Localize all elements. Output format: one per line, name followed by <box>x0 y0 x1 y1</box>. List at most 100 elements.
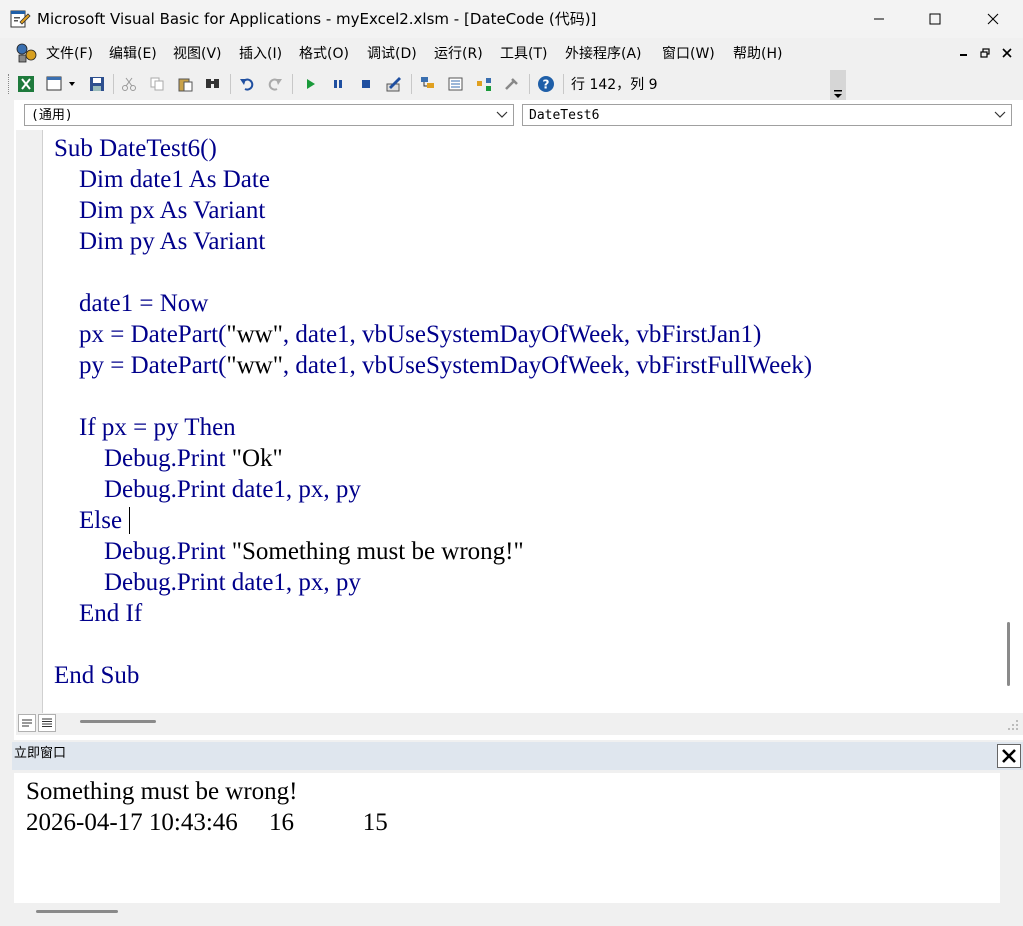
code-vertical-scrollbar[interactable] <box>998 130 1023 713</box>
code-line: If px = py Then <box>54 414 236 441</box>
paste-button[interactable] <box>174 73 196 95</box>
properties-icon <box>448 77 463 91</box>
find-button[interactable] <box>202 73 224 95</box>
object-combo[interactable]: (通用) <box>24 104 514 126</box>
toolbar-separator <box>411 74 412 94</box>
size-grip-icon[interactable] <box>1006 718 1020 732</box>
mdi-close-button[interactable] <box>998 44 1016 62</box>
chevron-down-icon <box>993 105 1007 125</box>
menu-file[interactable]: 文件(F) <box>44 38 95 70</box>
reset-button[interactable] <box>355 73 377 95</box>
toolbar-grip[interactable] <box>8 74 12 94</box>
object-browser-icon <box>477 78 491 91</box>
menu-run[interactable]: 运行(R) <box>432 38 485 70</box>
properties-window-button[interactable] <box>445 73 467 95</box>
project-explorer-button[interactable] <box>417 73 439 95</box>
margin-indicator-bar[interactable] <box>16 130 43 713</box>
left-dock-strip <box>0 742 12 926</box>
window-title: Microsoft Visual Basic for Applications … <box>37 10 597 28</box>
immediate-window-close-button[interactable] <box>997 744 1021 768</box>
mdi-minimize-button[interactable] <box>955 44 973 62</box>
code-line: Debug.Print date1, px, py <box>54 569 361 596</box>
paste-icon <box>178 78 193 92</box>
object-browser-button[interactable] <box>473 73 495 95</box>
toolbar-separator <box>563 74 564 94</box>
code-line: Dim py As Variant <box>54 228 266 255</box>
design-mode-button[interactable] <box>383 73 405 95</box>
code-line: Debug.Print date1, px, py <box>54 476 361 503</box>
text-caret <box>129 507 130 534</box>
close-button[interactable] <box>964 0 1022 38</box>
code-line: date1 = Now <box>54 290 209 317</box>
insert-module-icon <box>46 76 75 91</box>
full-module-view-icon <box>42 718 52 727</box>
full-module-view-button[interactable] <box>38 714 56 732</box>
cut-icon <box>122 77 136 91</box>
immediate-horizontal-scrollbar[interactable] <box>14 903 1023 926</box>
help-button[interactable]: ? <box>535 73 557 95</box>
code-line: Else <box>54 507 123 534</box>
object-combo-value: (通用) <box>31 108 73 123</box>
break-button[interactable] <box>327 73 349 95</box>
vbe-menu-icon[interactable] <box>13 40 39 66</box>
vba-app-icon <box>10 10 31 28</box>
minimize-icon <box>874 18 884 20</box>
run-icon <box>307 79 315 89</box>
immediate-output-line: 2026-04-17 10:43:46 16 15 <box>26 809 388 836</box>
menu-edit[interactable]: 编辑(E) <box>107 38 159 70</box>
toolbox-icon <box>505 78 518 90</box>
break-icon <box>334 80 342 88</box>
copy-icon <box>150 77 164 91</box>
mdi-restore-button[interactable] <box>976 44 994 62</box>
redo-button[interactable] <box>264 73 286 95</box>
view-excel-button[interactable] <box>15 73 37 95</box>
undo-button[interactable] <box>236 73 258 95</box>
toolbox-button[interactable] <box>501 73 523 95</box>
code-line: End Sub <box>54 662 140 689</box>
menu-insert[interactable]: 插入(I) <box>237 38 284 70</box>
procedure-combo-value: DateTest6 <box>529 108 600 123</box>
redo-icon <box>268 78 282 91</box>
immediate-window-titlebar[interactable] <box>12 742 1023 770</box>
undo-icon <box>240 78 254 91</box>
menu-tools[interactable]: 工具(T) <box>498 38 549 70</box>
run-button[interactable] <box>299 73 321 95</box>
code-line: End If <box>54 600 143 627</box>
minimize-button[interactable] <box>850 0 908 38</box>
save-button[interactable] <box>86 73 108 95</box>
procedure-view-icon <box>22 719 32 727</box>
code-horizontal-scrollbar[interactable] <box>16 713 1023 735</box>
help-icon: ? <box>538 76 554 92</box>
code-editor[interactable]: Sub DateTest6() Dim date1 As Date Dim px… <box>43 130 998 713</box>
procedure-view-button[interactable] <box>18 714 36 732</box>
chevron-down-icon <box>834 90 842 98</box>
left-dock-strip <box>0 100 14 740</box>
code-vertical-scroll-thumb[interactable] <box>1007 622 1010 686</box>
code-line: px = DatePart("ww", date1, vbUseSystemDa… <box>54 321 762 348</box>
immediate-horizontal-scroll-thumb[interactable] <box>36 910 118 913</box>
chevron-down-icon <box>495 105 509 125</box>
save-icon <box>90 77 104 91</box>
procedure-combo[interactable]: DateTest6 <box>522 104 1012 126</box>
svg-text:?: ? <box>543 78 550 92</box>
menu-format[interactable]: 格式(O) <box>297 38 351 70</box>
menu-debug[interactable]: 调试(D) <box>365 38 419 70</box>
menu-addins[interactable]: 外接程序(A) <box>563 38 644 70</box>
minimize-icon <box>960 54 967 56</box>
cursor-position: 行 142，列 9 <box>571 77 658 93</box>
menu-window[interactable]: 窗口(W) <box>660 38 717 70</box>
close-icon <box>1002 749 1016 763</box>
code-line: Sub DateTest6() <box>54 135 217 162</box>
immediate-window-title: 立即窗口 <box>14 746 67 761</box>
immediate-vertical-scrollbar[interactable] <box>1000 773 1023 903</box>
code-horizontal-scroll-thumb[interactable] <box>80 720 156 723</box>
cut-button[interactable] <box>118 73 140 95</box>
menu-help[interactable]: 帮助(H) <box>731 38 784 70</box>
maximize-button[interactable] <box>906 0 964 38</box>
toolbar-overflow-button[interactable] <box>830 70 846 100</box>
menu-view[interactable]: 视图(V) <box>171 38 224 70</box>
insert-module-button[interactable] <box>44 73 80 95</box>
copy-button[interactable] <box>146 73 168 95</box>
find-icon <box>206 79 219 88</box>
code-line: Dim date1 As Date <box>54 166 270 193</box>
